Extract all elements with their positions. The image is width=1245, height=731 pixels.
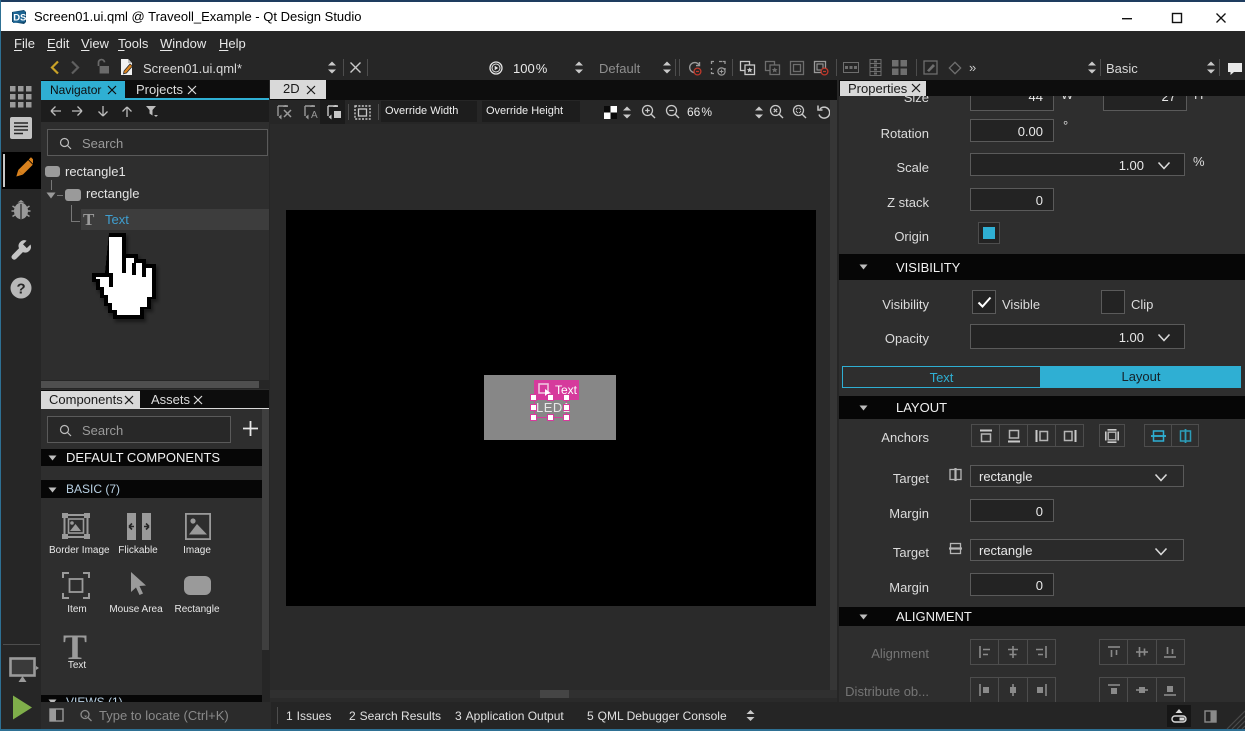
svg-text:A: A	[311, 110, 318, 120]
svg-text:?: ?	[17, 281, 26, 298]
svg-text:DS: DS	[13, 13, 26, 24]
